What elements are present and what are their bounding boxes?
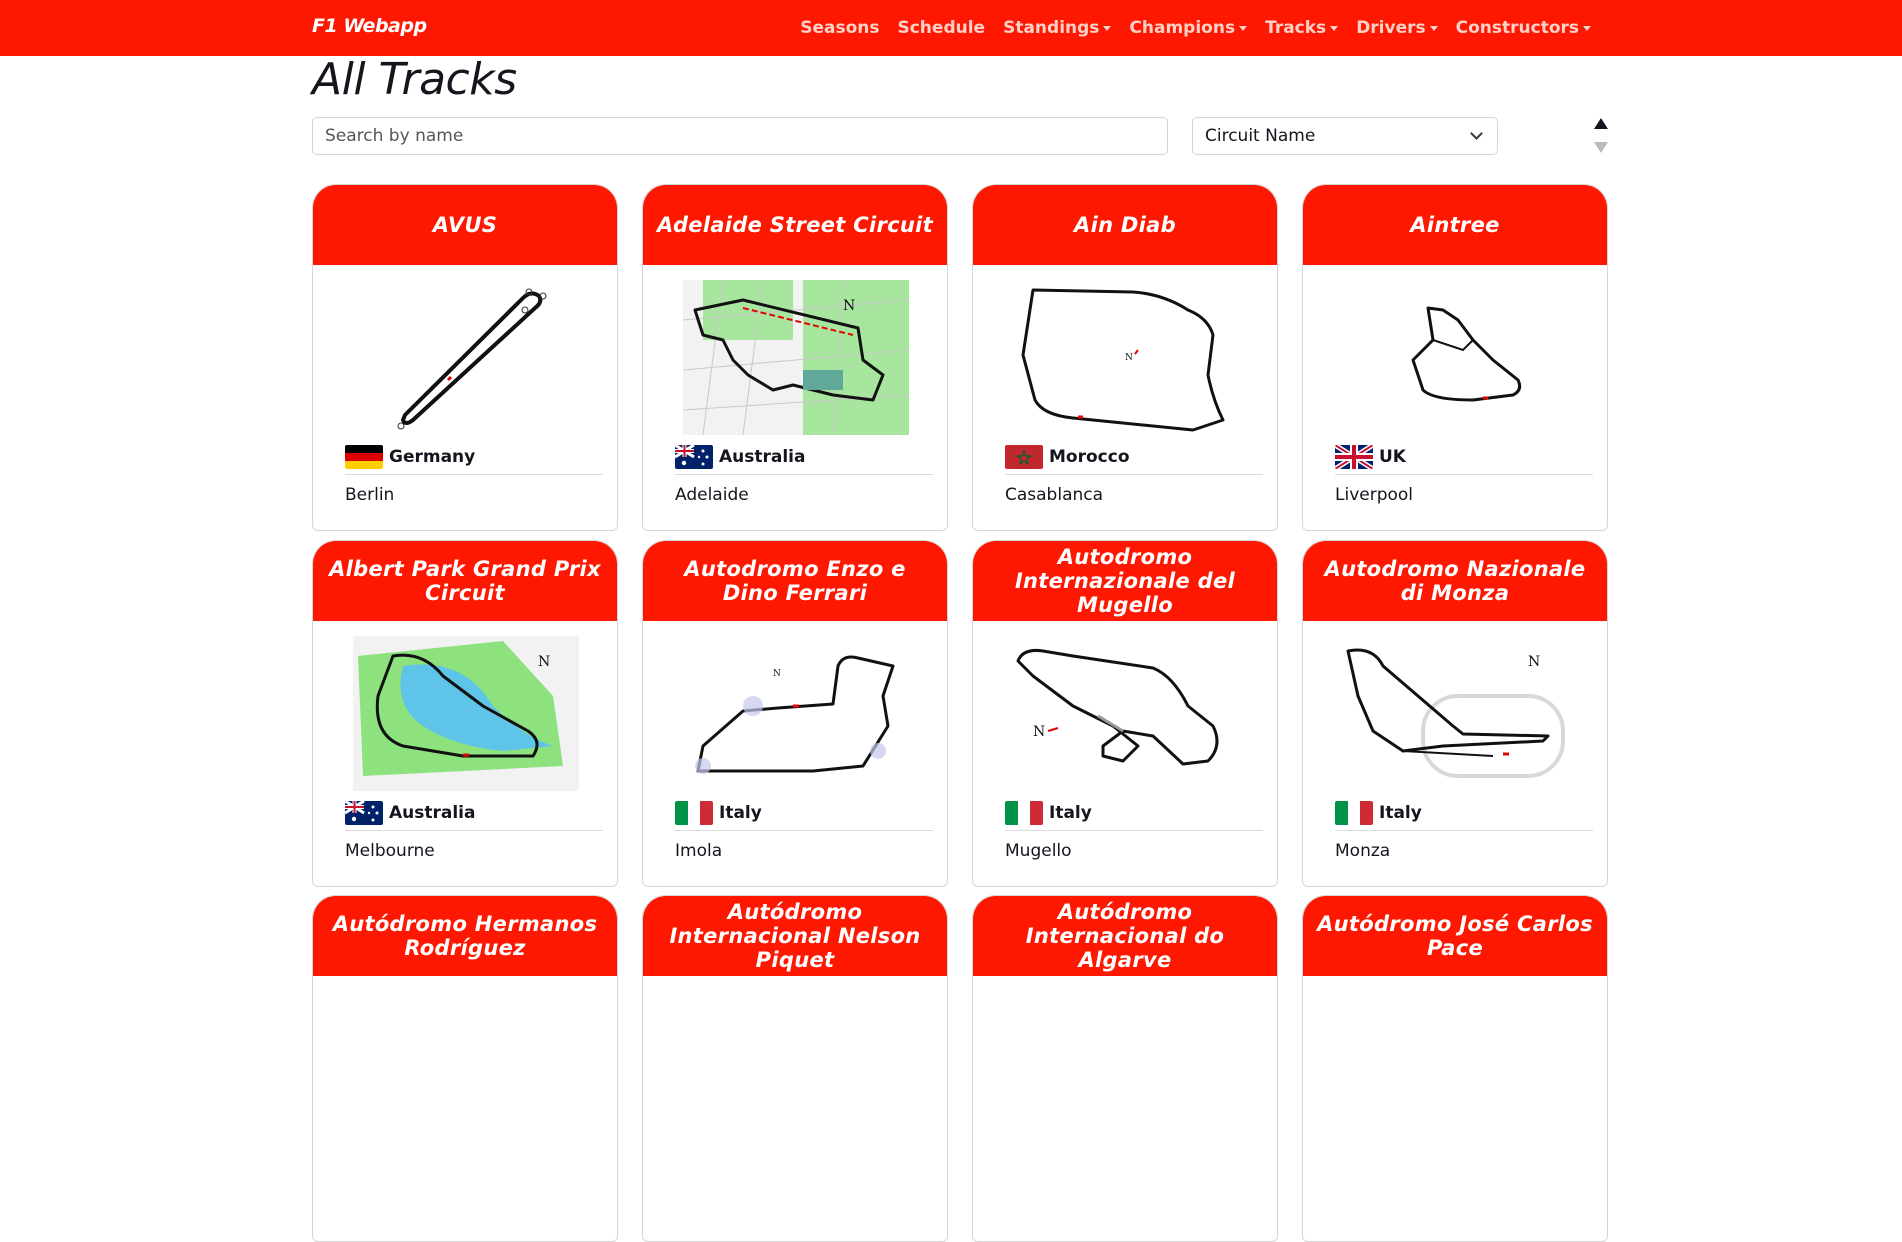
country-row: Italy (1005, 797, 1263, 831)
top-navbar: F1 Webapp Seasons Schedule Standings Cha… (0, 0, 1902, 56)
track-card[interactable]: Ain Diab N Morocco Casablanca (972, 184, 1278, 531)
track-map-image: N (1021, 288, 1225, 432)
caret-down-icon (1330, 25, 1339, 31)
country-name: Morocco (1049, 446, 1130, 467)
track-card[interactable]: Autodromo Nazionale di Monza N Italy Mon… (1302, 540, 1608, 887)
chevron-down-icon (1470, 127, 1483, 140)
sort-ascending-icon[interactable] (1594, 118, 1608, 129)
city-name: Imola (675, 841, 723, 861)
svg-text:N: N (1125, 353, 1133, 363)
city-name: Melbourne (345, 841, 435, 861)
track-card[interactable]: Autodromo Internazionale del Mugello N I… (972, 540, 1278, 887)
track-map-image: N (353, 636, 579, 791)
uk-flag-icon (1335, 444, 1373, 469)
track-map-image: N (695, 655, 895, 774)
nav-champions-label: Champions (1129, 18, 1236, 38)
country-name: Germany (389, 446, 476, 467)
country-row: Italy (675, 797, 933, 831)
nav-tracks-label: Tracks (1265, 18, 1327, 38)
germany-flag-icon (345, 444, 383, 469)
svg-text:N: N (538, 654, 550, 670)
sort-descending-icon[interactable] (1594, 142, 1608, 153)
sort-select-value: Circuit Name (1205, 126, 1316, 146)
nav-constructors-dropdown[interactable]: Constructors (1447, 18, 1600, 38)
track-card-title: Autódromo Hermanos Rodríguez (313, 896, 617, 976)
city-name: Casablanca (1005, 485, 1104, 505)
track-map-image (1411, 306, 1522, 402)
country-name: UK (1379, 446, 1406, 467)
city-name: Adelaide (675, 485, 749, 505)
city-name: Mugello (1005, 841, 1072, 861)
country-name: Australia (389, 802, 476, 823)
svg-text:N: N (1528, 654, 1540, 670)
track-card-title: Aintree (1303, 185, 1607, 265)
svg-text:N: N (1033, 724, 1045, 740)
nav-standings-dropdown[interactable]: Standings (994, 18, 1120, 38)
track-card[interactable]: Autodromo Enzo e Dino Ferrari N Italy Im… (642, 540, 948, 887)
track-card-title: Albert Park Grand Prix Circuit (313, 541, 617, 621)
country-row: Australia (675, 441, 933, 475)
city-name: Liverpool (1335, 485, 1414, 505)
track-card[interactable]: Autódromo Hermanos Rodríguez (312, 895, 618, 1242)
morocco-flag-icon (1005, 444, 1043, 469)
track-card[interactable]: Adelaide Street Circuit N Australia Adel… (642, 184, 948, 531)
nav-constructors-label: Constructors (1455, 18, 1579, 38)
track-card[interactable]: Albert Park Grand Prix Circuit N Austral… (312, 540, 618, 887)
country-row: UK (1335, 441, 1593, 475)
track-card-title: Autódromo Internacional Nelson Piquet (643, 896, 947, 976)
track-card[interactable]: Autódromo Internacional Nelson Piquet (642, 895, 948, 1242)
track-card-title: Autodromo Nazionale di Monza (1303, 541, 1607, 621)
nav-champions-dropdown[interactable]: Champions (1120, 18, 1256, 38)
caret-down-icon (1103, 25, 1112, 31)
track-card[interactable]: Autódromo Internacional do Algarve (972, 895, 1278, 1242)
caret-down-icon (1429, 25, 1438, 31)
nav-tracks-dropdown[interactable]: Tracks (1256, 18, 1347, 38)
track-card[interactable]: Autódromo José Carlos Pace (1302, 895, 1608, 1242)
caret-down-icon (1583, 25, 1591, 31)
track-card-title: Adelaide Street Circuit (643, 185, 947, 265)
track-card[interactable]: AVUS Germany Berlin (312, 184, 618, 531)
main-nav: Seasons Schedule Standings Champions Tra… (791, 0, 1600, 56)
country-name: Australia (719, 446, 806, 467)
page-title: All Tracks (312, 54, 517, 105)
track-card-title: Autódromo Internacional do Algarve (973, 896, 1277, 976)
country-row: Germany (345, 441, 603, 475)
country-name: Italy (1049, 802, 1092, 823)
track-card[interactable]: Aintree UK Liverpool (1302, 184, 1608, 531)
australia-flag-icon (345, 800, 383, 825)
country-name: Italy (1379, 802, 1422, 823)
country-name: Italy (719, 802, 762, 823)
track-card-title: Ain Diab (973, 185, 1277, 265)
country-row: Italy (1335, 797, 1593, 831)
italy-flag-icon (1335, 800, 1373, 825)
italy-flag-icon (675, 800, 713, 825)
track-map-image: N (1346, 648, 1565, 778)
nav-drivers-label: Drivers (1356, 18, 1426, 38)
australia-flag-icon (675, 444, 713, 469)
nav-seasons[interactable]: Seasons (791, 18, 888, 38)
country-row: Australia (345, 797, 603, 831)
track-card-title: AVUS (313, 185, 617, 265)
nav-standings-label: Standings (1003, 18, 1100, 38)
track-map-image: N (683, 280, 909, 435)
track-card-title: Autódromo José Carlos Pace (1303, 896, 1607, 976)
search-input[interactable] (312, 117, 1168, 155)
caret-down-icon (1239, 25, 1248, 31)
track-card-title: Autodromo Internazionale del Mugello (973, 541, 1277, 621)
track-map-image: N (1016, 649, 1219, 766)
country-row: Morocco (1005, 441, 1263, 475)
city-name: Berlin (345, 485, 395, 505)
nav-drivers-dropdown[interactable]: Drivers (1347, 18, 1446, 38)
italy-flag-icon (1005, 800, 1043, 825)
track-map-image (397, 288, 547, 430)
nav-schedule[interactable]: Schedule (888, 18, 994, 38)
city-name: Monza (1335, 841, 1391, 861)
brand-logo[interactable]: F1 Webapp (312, 15, 427, 37)
svg-text:N: N (843, 298, 855, 314)
svg-text:N: N (773, 669, 781, 679)
track-card-title: Autodromo Enzo e Dino Ferrari (643, 541, 947, 621)
sort-select[interactable]: Circuit Name (1192, 117, 1498, 155)
